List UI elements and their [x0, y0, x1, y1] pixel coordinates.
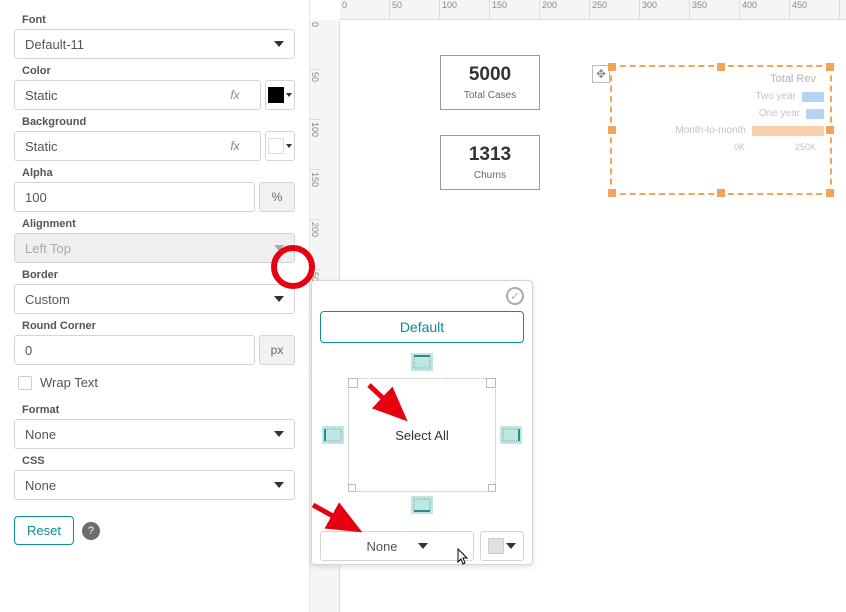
caret-icon	[418, 543, 428, 549]
chart-selection[interactable]: ✥ Total Rev Two year One year Month-to-m…	[610, 65, 832, 195]
bar-chart: Total Rev Two year One year Month-to-mon…	[618, 73, 824, 187]
border-style-select[interactable]: None	[320, 531, 474, 561]
card-value: 1313	[451, 144, 529, 166]
border-top-icon[interactable]	[411, 353, 433, 371]
swatch-black	[268, 87, 284, 103]
caret-icon	[286, 144, 292, 148]
color-swatch-button[interactable]	[265, 80, 295, 110]
border-left-icon[interactable]	[322, 426, 344, 444]
caret-icon	[286, 93, 292, 97]
alignment-select: Left Top	[14, 233, 295, 263]
css-select[interactable]: None	[14, 470, 295, 500]
border-color-button[interactable]	[480, 531, 524, 561]
border-popover: ✓ Default Select All None	[311, 280, 533, 565]
wrap-text-label: Wrap Text	[40, 375, 98, 390]
format-select[interactable]: None	[14, 419, 295, 449]
card-title: Churns	[451, 170, 529, 181]
border-bottom-icon[interactable]	[411, 496, 433, 514]
wrap-text-checkbox[interactable]	[18, 376, 32, 390]
card-title: Total Cases	[451, 90, 529, 101]
card-value: 5000	[451, 64, 529, 86]
card-total-cases[interactable]: 5000 Total Cases	[440, 55, 540, 110]
select-all-button[interactable]: Select All	[348, 378, 496, 492]
font-select[interactable]: Default-11	[14, 29, 295, 59]
color-select[interactable]: Static fx	[14, 80, 261, 110]
cursor-icon	[455, 548, 471, 566]
caret-icon	[274, 41, 284, 47]
alignment-label: Alignment	[22, 218, 295, 230]
css-label: CSS	[22, 455, 295, 467]
alpha-label: Alpha	[22, 167, 295, 179]
card-churns[interactable]: 1313 Churns	[440, 135, 540, 190]
caret-icon	[274, 296, 284, 302]
properties-panel: Font Default-11 Color Static fx Backgrou…	[0, 0, 310, 612]
fx-icon: fx	[220, 131, 250, 161]
fx-icon: fx	[220, 80, 250, 110]
round-unit: px	[259, 335, 295, 365]
caret-icon	[506, 543, 516, 549]
help-icon[interactable]: ?	[82, 522, 100, 540]
reset-button[interactable]: Reset	[14, 516, 74, 545]
alpha-input[interactable]: 100	[14, 182, 255, 212]
background-select[interactable]: Static fx	[14, 131, 261, 161]
background-label: Background	[22, 116, 295, 128]
swatch-white	[268, 138, 284, 154]
caret-icon	[274, 245, 284, 251]
ruler-horizontal: 050100150200250300350400450	[340, 0, 846, 20]
chart-title: Total Rev	[618, 73, 824, 85]
swatch-grey	[488, 538, 504, 554]
round-corner-input[interactable]: 0	[14, 335, 255, 365]
format-label: Format	[22, 404, 295, 416]
border-select[interactable]: Custom	[14, 284, 295, 314]
caret-icon	[274, 482, 284, 488]
round-corner-label: Round Corner	[22, 320, 295, 332]
default-button[interactable]: Default	[320, 311, 524, 343]
background-swatch-button[interactable]	[265, 131, 295, 161]
alpha-unit: %	[259, 182, 295, 212]
font-label: Font	[22, 14, 295, 26]
confirm-icon[interactable]: ✓	[506, 287, 524, 305]
color-label: Color	[22, 65, 295, 77]
caret-icon	[274, 431, 284, 437]
border-right-icon[interactable]	[500, 426, 522, 444]
border-label: Border	[22, 269, 295, 281]
